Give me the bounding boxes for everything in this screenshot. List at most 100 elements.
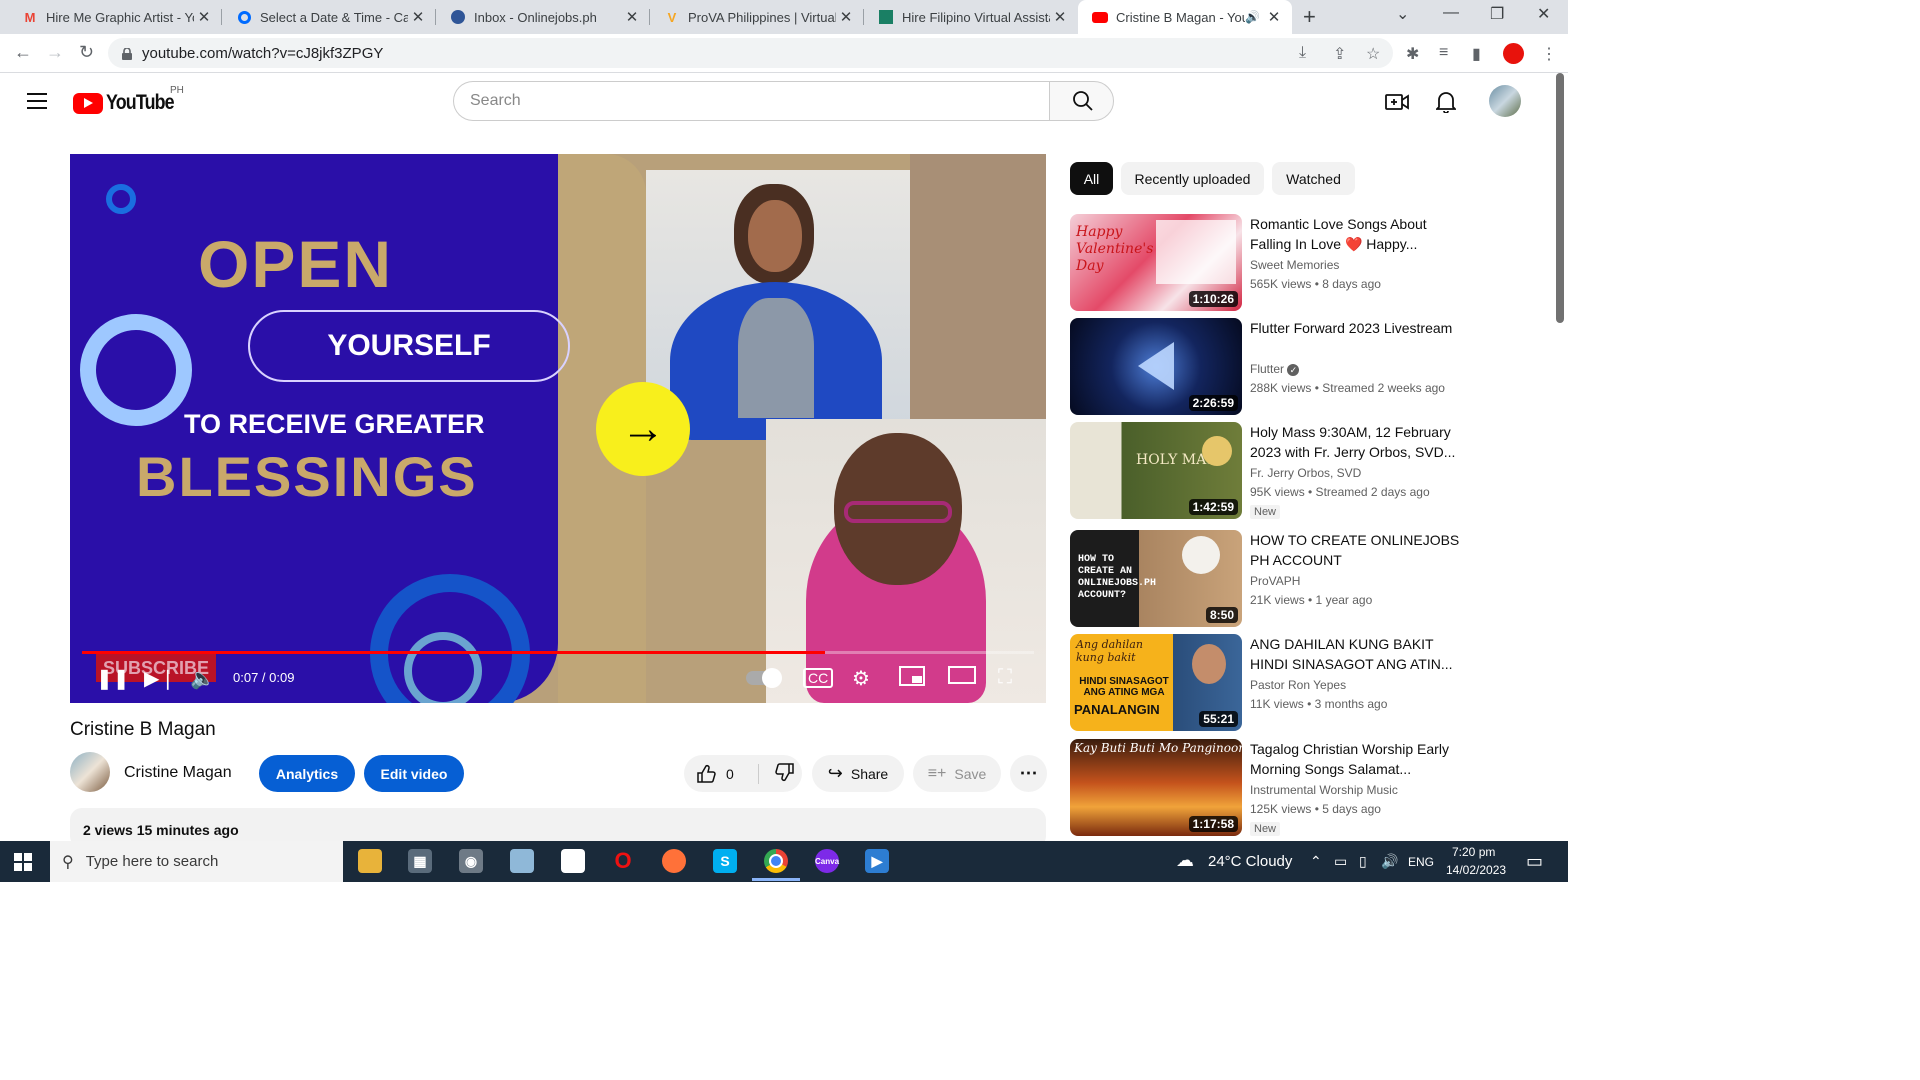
browser-tab-active[interactable]: Cristine B Magan - You 🔊 ✕ bbox=[1078, 0, 1292, 34]
speaker-icon[interactable]: 🔊 bbox=[1381, 853, 1398, 870]
forward-icon[interactable]: → bbox=[46, 42, 64, 63]
channel-name[interactable]: Cristine Magan bbox=[124, 764, 232, 782]
close-window-icon[interactable]: ✕ bbox=[1537, 4, 1550, 24]
close-tab-icon[interactable]: ✕ bbox=[408, 8, 428, 26]
new-tab-icon[interactable]: + bbox=[1303, 4, 1316, 30]
chrome-icon[interactable] bbox=[764, 849, 788, 873]
install-icon[interactable]: ⤓ bbox=[1299, 44, 1306, 62]
profile-icon[interactable] bbox=[1503, 43, 1524, 64]
chip-watched[interactable]: Watched bbox=[1272, 162, 1355, 195]
audio-playing-icon[interactable]: 🔊 bbox=[1245, 10, 1260, 24]
battery-icon[interactable]: ▯ bbox=[1359, 853, 1367, 870]
create-video-icon[interactable] bbox=[1385, 91, 1409, 118]
close-tab-icon[interactable]: ✕ bbox=[194, 8, 214, 26]
browser-tab[interactable]: Hire Filipino Virtual Assistar ✕ bbox=[864, 0, 1078, 34]
chip-all[interactable]: All bbox=[1070, 162, 1113, 195]
share-icon: ↪ bbox=[827, 763, 843, 783]
video-thumbnail[interactable]: Kay Buti Buti Mo Panginoon 1:17:58 bbox=[1070, 739, 1242, 836]
browser-tab[interactable]: Inbox - Onlinejobs.ph ✕ bbox=[436, 0, 650, 34]
extensions-icon[interactable]: ✱ bbox=[1406, 44, 1419, 64]
language-indicator[interactable]: ENG bbox=[1408, 855, 1434, 869]
video-thumbnail[interactable]: HOLY MASS 1:42:59 bbox=[1070, 422, 1242, 519]
close-tab-icon[interactable]: ✕ bbox=[1264, 8, 1284, 26]
bookmark-star-icon[interactable]: ☆ bbox=[1366, 44, 1380, 64]
search-input[interactable]: Search bbox=[453, 81, 1049, 121]
like-button[interactable]: 0 bbox=[684, 763, 759, 784]
camera-icon[interactable]: ◉ bbox=[459, 849, 483, 873]
show-hidden-icons-icon[interactable]: ⌃ bbox=[1310, 853, 1322, 870]
skype-icon[interactable]: S bbox=[713, 849, 737, 873]
share-page-icon[interactable]: ⇪ bbox=[1333, 44, 1346, 64]
close-tab-icon[interactable]: ✕ bbox=[1050, 8, 1070, 26]
opera-icon[interactable]: O bbox=[611, 848, 635, 873]
file-explorer-icon[interactable] bbox=[358, 849, 382, 873]
channel-avatar[interactable] bbox=[70, 752, 110, 792]
edit-video-button[interactable]: Edit video bbox=[364, 755, 464, 792]
reload-icon[interactable]: ↻ bbox=[79, 42, 94, 63]
clock-date[interactable]: 14/02/2023 bbox=[1446, 863, 1506, 877]
recommended-video[interactable]: 2:26:59 Flutter Forward 2023 Livestream … bbox=[1070, 318, 1550, 415]
media-controls-icon[interactable]: ≡ bbox=[1439, 44, 1448, 62]
weather-icon[interactable]: ☁ bbox=[1176, 850, 1194, 871]
pause-icon[interactable]: ❚❚ bbox=[96, 666, 130, 691]
next-icon[interactable]: ▶❘ bbox=[144, 666, 176, 691]
autoplay-toggle-icon[interactable] bbox=[746, 668, 782, 691]
video-thumbnail[interactable]: 2:26:59 bbox=[1070, 318, 1242, 415]
video-editor-icon[interactable]: ▶ bbox=[865, 849, 889, 873]
close-tab-icon[interactable]: ✕ bbox=[622, 8, 642, 26]
calculator-icon[interactable]: ▦ bbox=[408, 849, 432, 873]
canva-icon[interactable]: Canva bbox=[815, 849, 839, 873]
document-icon[interactable] bbox=[561, 849, 585, 873]
side-panel-icon[interactable]: ▮ bbox=[1472, 44, 1481, 64]
video-meta: 288K views • Streamed 2 weeks ago bbox=[1250, 381, 1445, 395]
notifications-center-icon[interactable]: ▭ bbox=[1526, 851, 1543, 872]
menu-icon[interactable] bbox=[27, 93, 47, 114]
chip-recently-uploaded[interactable]: Recently uploaded bbox=[1121, 162, 1264, 195]
settings-gear-icon[interactable]: ⚙ bbox=[852, 666, 870, 691]
progress-played bbox=[82, 651, 825, 654]
fullscreen-icon[interactable]: ⛶ bbox=[998, 666, 1012, 689]
recommended-video[interactable]: Happy Valentine's Day 1:10:26 Romantic L… bbox=[1070, 214, 1550, 311]
share-button[interactable]: ↪ Share bbox=[812, 755, 904, 792]
browser-tab[interactable]: Select a Date & Time - Cale ✕ bbox=[222, 0, 436, 34]
firefox-icon[interactable] bbox=[662, 849, 686, 873]
miniplayer-icon[interactable] bbox=[899, 666, 925, 692]
search-button[interactable] bbox=[1049, 81, 1114, 121]
theater-mode-icon[interactable] bbox=[948, 666, 976, 690]
tab-search-icon[interactable]: ⌄ bbox=[1396, 4, 1409, 24]
video-thumbnail[interactable]: Happy Valentine's Day 1:10:26 bbox=[1070, 214, 1242, 311]
minimize-icon[interactable]: — bbox=[1443, 4, 1459, 22]
captions-icon[interactable]: CC bbox=[803, 668, 834, 688]
recommended-video[interactable]: Ang dahilan kung bakit HINDI SINASAGOT A… bbox=[1070, 634, 1550, 731]
back-icon[interactable]: ← bbox=[14, 42, 32, 63]
page-scrollbar[interactable] bbox=[1556, 73, 1564, 323]
taskbar-search-input[interactable]: ⚲ Type here to search bbox=[50, 841, 343, 882]
close-tab-icon[interactable]: ✕ bbox=[836, 8, 856, 26]
account-avatar[interactable] bbox=[1489, 85, 1521, 117]
weather-text[interactable]: 24°C Cloudy bbox=[1208, 853, 1292, 870]
recommended-video[interactable]: HOLY MASS 1:42:59 Holy Mass 9:30AM, 12 F… bbox=[1070, 422, 1550, 519]
maximize-icon[interactable]: ❐ bbox=[1490, 4, 1504, 24]
notifications-icon[interactable] bbox=[1434, 91, 1458, 118]
save-button[interactable]: ≡+ Save bbox=[913, 755, 1001, 792]
notepad-icon[interactable] bbox=[510, 849, 534, 873]
volume-icon[interactable]: 🔈 bbox=[190, 666, 215, 691]
browser-tab[interactable]: M Hire Me Graphic Artist - Yo ✕ bbox=[8, 0, 222, 34]
analytics-button[interactable]: Analytics bbox=[259, 755, 355, 792]
network-icon[interactable]: ▭ bbox=[1334, 853, 1347, 870]
windows-start-icon[interactable] bbox=[14, 853, 32, 871]
recommended-video[interactable]: Kay Buti Buti Mo Panginoon 1:17:58 Tagal… bbox=[1070, 739, 1550, 836]
bookmark-icon bbox=[878, 9, 894, 25]
youtube-logo[interactable]: YouTube PH bbox=[73, 85, 186, 115]
recommended-video[interactable]: HOW TO CREATE AN ONLINEJOBS.PH ACCOUNT? … bbox=[1070, 530, 1550, 627]
browser-tab[interactable]: V ProVA Philippines | Virtual A ✕ bbox=[650, 0, 864, 34]
video-thumbnail[interactable]: HOW TO CREATE AN ONLINEJOBS.PH ACCOUNT? … bbox=[1070, 530, 1242, 627]
dislike-button[interactable] bbox=[759, 762, 795, 785]
video-thumbnail[interactable]: Ang dahilan kung bakit HINDI SINASAGOT A… bbox=[1070, 634, 1242, 731]
chrome-menu-icon[interactable]: ⋮ bbox=[1541, 44, 1557, 64]
address-bar[interactable]: youtube.com/watch?v=cJ8jkf3ZPGY bbox=[108, 38, 1393, 68]
clock-time[interactable]: 7:20 pm bbox=[1452, 845, 1495, 859]
video-player[interactable]: OPEN YOURSELF TO RECEIVE GREATER BLESSIN… bbox=[70, 154, 1046, 703]
browser-tab-strip: M Hire Me Graphic Artist - Yo ✕ Select a… bbox=[0, 0, 1568, 34]
more-actions-icon[interactable]: ⋯ bbox=[1010, 755, 1047, 792]
